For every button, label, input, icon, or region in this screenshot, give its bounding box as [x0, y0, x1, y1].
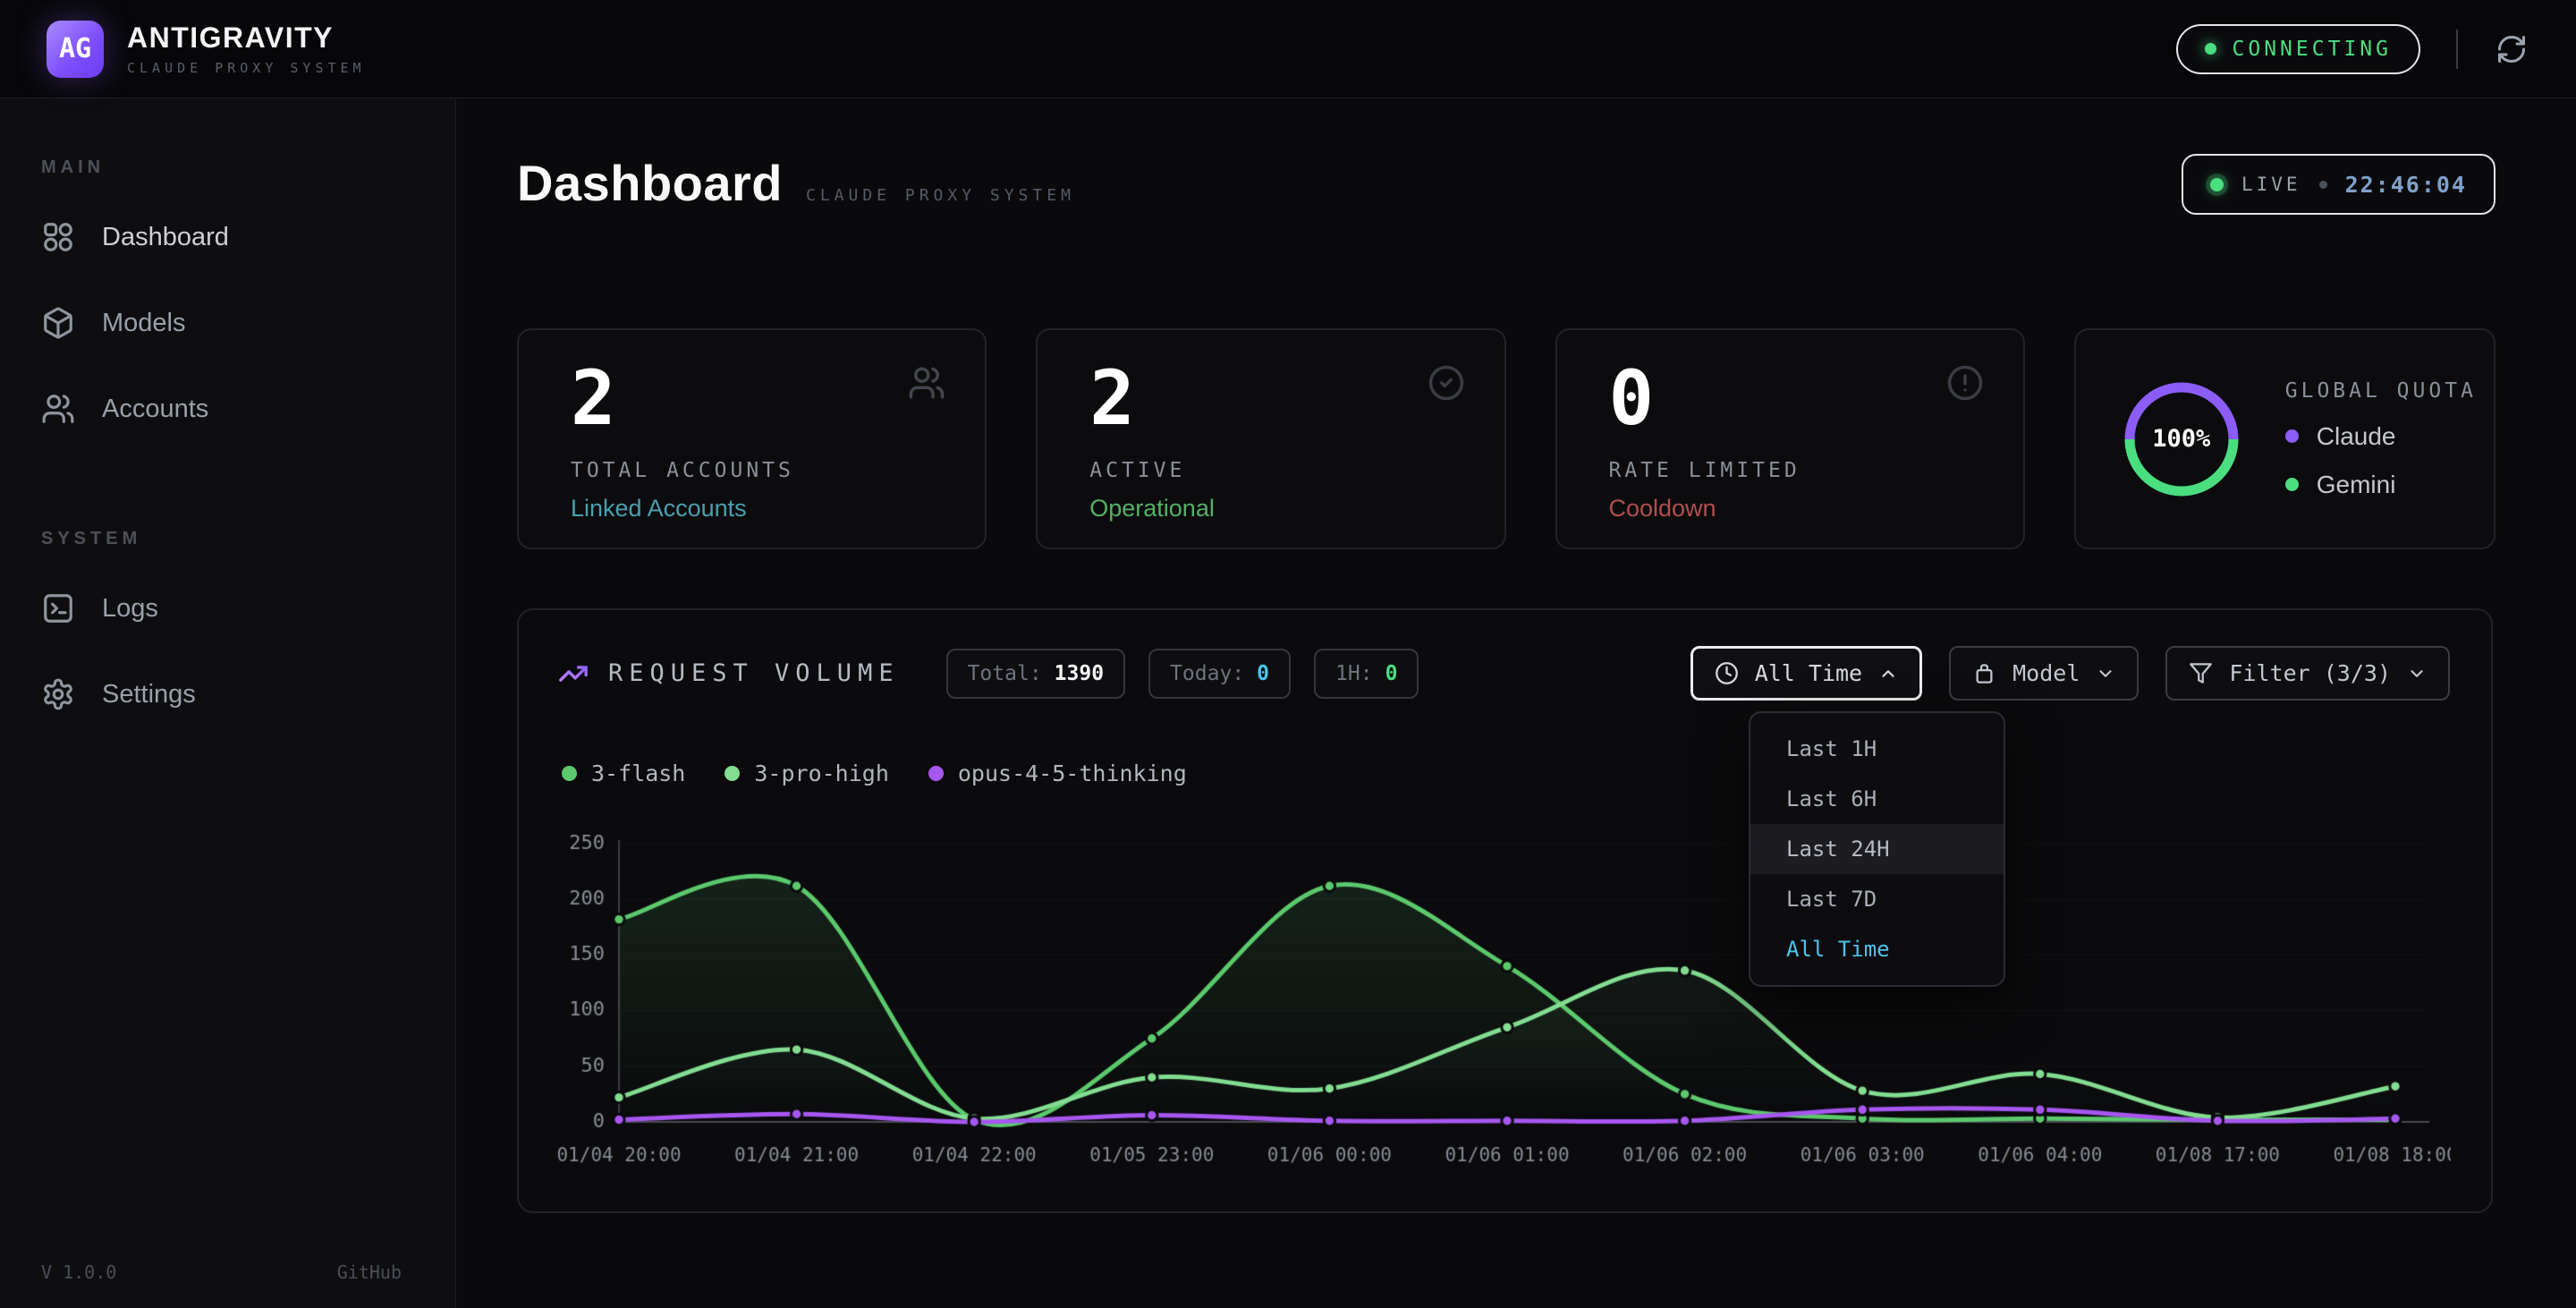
app-title: ANTIGRAVITY: [127, 21, 366, 55]
stat-label: TOTAL ACCOUNTS: [571, 459, 945, 482]
total-badge: Total: 1390: [946, 649, 1125, 699]
request-volume-canvas[interactable]: [555, 809, 2451, 1177]
check-circle-icon: [1428, 364, 1465, 402]
status-dot-icon: [2205, 43, 2216, 55]
sidebar-item-label: Logs: [102, 594, 158, 624]
chart-legend: 3-flash 3-pro-high opus-4-5-thinking: [562, 760, 1187, 786]
app-version: V 1.0.0: [41, 1261, 116, 1283]
sidebar-item-label: Models: [102, 309, 186, 338]
alert-circle-icon: [1946, 364, 1984, 402]
refresh-icon[interactable]: [2494, 31, 2529, 67]
sidebar-item-label: Dashboard: [102, 223, 229, 252]
stat-sub: Operational: [1089, 495, 1464, 522]
card-global-quota: 100% GLOBAL QUOTA Claude Gemini: [2074, 328, 2496, 549]
sidebar-item-models[interactable]: Models: [41, 303, 455, 343]
stat-sub: Cooldown: [1609, 495, 1984, 522]
gear-icon: [41, 677, 75, 711]
live-label: LIVE: [2241, 174, 2301, 195]
card-active: 2 ACTIVE Operational: [1036, 328, 1505, 549]
filter-dropdown-button[interactable]: Filter (3/3): [2165, 646, 2450, 701]
dashboard-grid-icon: [41, 220, 75, 254]
quota-percent: 100%: [2119, 377, 2244, 502]
gemini-dot-icon: [2285, 478, 2299, 491]
menu-item-last-7d[interactable]: Last 7D: [1750, 874, 2004, 924]
quota-legend-gemini: Gemini: [2285, 471, 2477, 499]
model-box-icon: [1972, 661, 1996, 685]
stat-value: 2: [1089, 357, 1464, 439]
sidebar-item-label: Accounts: [102, 395, 208, 424]
sidebar-item-logs[interactable]: Logs: [41, 589, 455, 628]
quota-label: GLOBAL QUOTA: [2285, 379, 2477, 403]
series-dot-icon: [928, 766, 944, 781]
trending-up-icon: [558, 658, 589, 689]
sidebar-item-accounts[interactable]: Accounts: [41, 389, 455, 429]
page-title: Dashboard: [517, 154, 783, 212]
main-content: Dashboard CLAUDE PROXY SYSTEM LIVE 22:46…: [456, 98, 2576, 1308]
quota-ring: 100%: [2119, 377, 2244, 502]
sidebar-item-label: Settings: [102, 680, 196, 709]
legend-item-3-flash: 3-flash: [562, 760, 685, 786]
stat-label: RATE LIMITED: [1609, 459, 1984, 482]
clock-icon: [1715, 661, 1739, 685]
menu-item-all-time[interactable]: All Time: [1750, 924, 2004, 974]
stat-sub: Linked Accounts: [571, 495, 945, 522]
quota-legend-claude: Claude: [2285, 422, 2477, 451]
chevron-up-icon: [1878, 664, 1898, 684]
stat-label: ACTIVE: [1089, 459, 1464, 482]
live-status-badge: LIVE 22:46:04: [2182, 154, 2496, 215]
separator-dot-icon: [2319, 181, 2327, 189]
sidebar-item-dashboard[interactable]: Dashboard: [41, 217, 455, 257]
chevron-down-icon: [2407, 664, 2427, 684]
connection-status-pill[interactable]: CONNECTING: [2176, 24, 2420, 74]
sidebar: MAIN Dashboard Models A: [0, 98, 456, 1308]
series-dot-icon: [562, 766, 577, 781]
menu-item-last-24h[interactable]: Last 24H: [1750, 824, 2004, 874]
users-icon: [41, 392, 75, 426]
cube-icon: [41, 306, 75, 340]
one-hour-badge: 1H: 0: [1314, 649, 1419, 699]
live-clock: 22:46:04: [2345, 172, 2467, 198]
connection-status-label: CONNECTING: [2233, 38, 2392, 61]
menu-item-last-1h[interactable]: Last 1H: [1750, 724, 2004, 774]
topbar-divider: [2456, 30, 2458, 69]
sidebar-section-system: SYSTEM: [41, 529, 455, 549]
app-subtitle: CLAUDE PROXY SYSTEM: [127, 60, 366, 76]
chart-title: REQUEST VOLUME: [608, 659, 900, 687]
series-dot-icon: [724, 766, 740, 781]
page-subtitle: CLAUDE PROXY SYSTEM: [806, 186, 1075, 205]
model-dropdown-button[interactable]: Model: [1949, 646, 2139, 701]
terminal-icon: [41, 591, 75, 625]
time-range-dropdown-button[interactable]: All Time: [1690, 646, 1922, 701]
legend-item-3-pro-high: 3-pro-high: [724, 760, 889, 786]
chevron-down-icon: [2096, 664, 2115, 684]
users-icon: [908, 364, 945, 402]
stat-value: 2: [571, 357, 945, 439]
sidebar-item-settings[interactable]: Settings: [41, 675, 455, 714]
brand-text: ANTIGRAVITY CLAUDE PROXY SYSTEM: [127, 21, 366, 76]
menu-item-last-6h[interactable]: Last 6H: [1750, 774, 2004, 824]
sidebar-section-main: MAIN: [41, 157, 455, 178]
request-volume-card: REQUEST VOLUME Total: 1390 Today: 0 1H: …: [517, 608, 2493, 1213]
card-total-accounts: 2 TOTAL ACCOUNTS Linked Accounts: [517, 328, 987, 549]
app-logo: AG: [47, 21, 104, 78]
today-badge: Today: 0: [1148, 649, 1291, 699]
stat-value: 0: [1609, 357, 1984, 439]
topbar: AG ANTIGRAVITY CLAUDE PROXY SYSTEM CONNE…: [0, 0, 2576, 98]
card-rate-limited: 0 RATE LIMITED Cooldown: [1555, 328, 2025, 549]
legend-item-opus: opus-4-5-thinking: [928, 760, 1187, 786]
live-dot-icon: [2210, 178, 2224, 191]
claude-dot-icon: [2285, 429, 2299, 443]
funnel-icon: [2189, 661, 2213, 685]
github-link[interactable]: GitHub: [337, 1261, 402, 1283]
time-range-menu: Last 1H Last 6H Last 24H Last 7D All Tim…: [1749, 711, 2005, 987]
